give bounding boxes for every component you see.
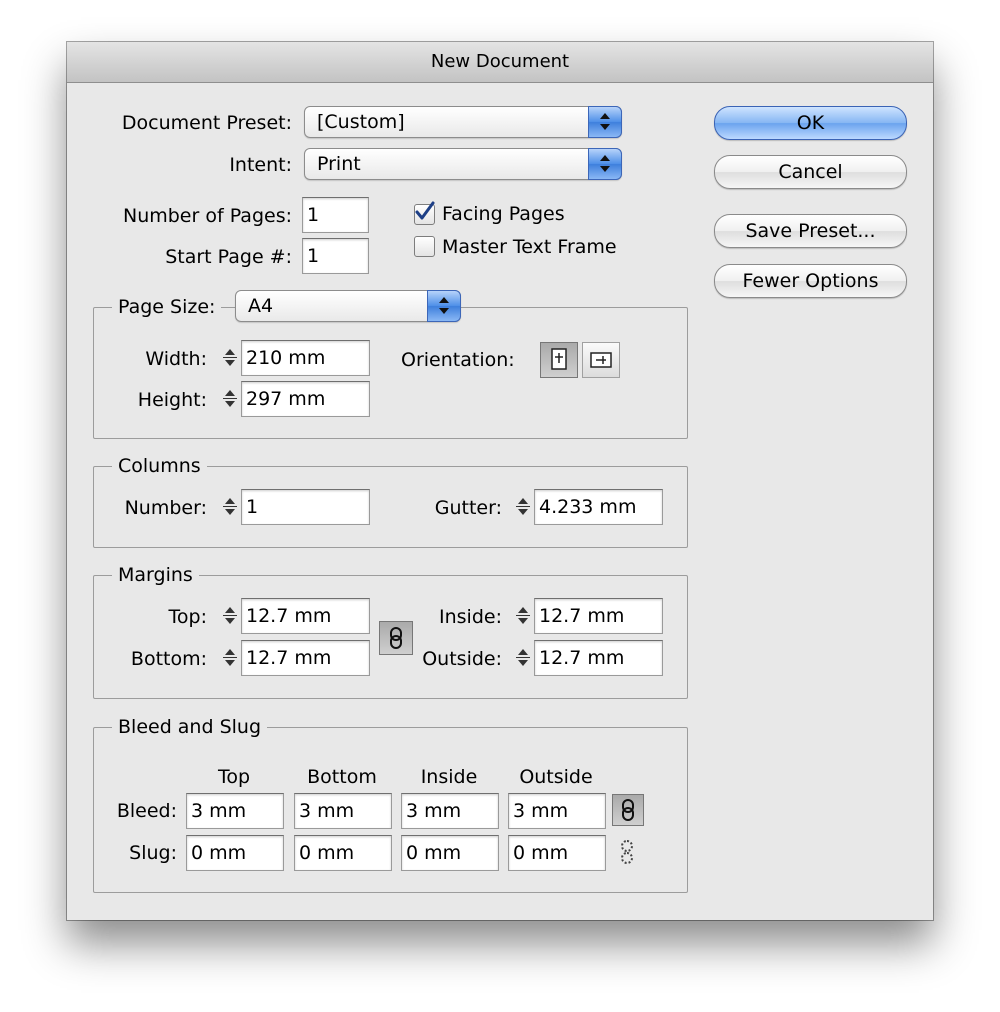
slug-top-field[interactable]: 0 mm xyxy=(186,835,284,871)
fewer-options-button[interactable]: Fewer Options xyxy=(714,264,907,298)
gutter-stepper-icon[interactable] xyxy=(513,490,535,524)
gutter-field[interactable]: 4.233 mm xyxy=(534,489,663,525)
margin-outside-field[interactable]: 12.7 mm xyxy=(534,640,663,676)
bleed-outside-value: 3 mm xyxy=(513,800,569,822)
slug-bottom-field[interactable]: 0 mm xyxy=(294,835,392,871)
margin-outside-stepper-icon[interactable] xyxy=(513,641,535,675)
bleed-inside-value: 3 mm xyxy=(406,800,462,822)
slug-outside-field[interactable]: 0 mm xyxy=(508,835,606,871)
page-size-value: A4 xyxy=(248,295,274,317)
slug-unlink-icon[interactable] xyxy=(612,837,642,867)
page-size-popup[interactable]: A4 xyxy=(235,290,461,322)
slug-outside-value: 0 mm xyxy=(513,842,569,864)
bleed-link-icon[interactable] xyxy=(612,794,644,826)
slug-top-value: 0 mm xyxy=(191,842,247,864)
margin-outside-value: 12.7 mm xyxy=(539,647,625,669)
dialog-title: New Document xyxy=(67,42,933,83)
start-page-value: 1 xyxy=(307,245,320,267)
intent-popup[interactable]: Print xyxy=(304,148,622,180)
intent-value: Print xyxy=(317,153,361,175)
width-label: Width: xyxy=(145,348,207,370)
number-of-pages-label: Number of Pages: xyxy=(122,205,292,227)
gutter-value: 4.233 mm xyxy=(539,496,637,518)
bleed-col-inside-header: Inside xyxy=(420,766,478,788)
document-preset-label: Document Preset: xyxy=(121,112,292,134)
margin-top-field[interactable]: 12.7 mm xyxy=(241,598,370,634)
columns-number-value: 1 xyxy=(246,496,259,518)
bleed-col-bottom-header: Bottom xyxy=(307,766,377,788)
columns-number-field[interactable]: 1 xyxy=(241,489,370,525)
new-document-dialog: New Document Document Preset: [Custom] I… xyxy=(67,42,933,920)
master-text-frame-label: Master Text Frame xyxy=(442,236,617,258)
height-stepper-icon[interactable] xyxy=(220,382,242,416)
width-stepper-icon[interactable] xyxy=(220,341,242,375)
columns-number-stepper-icon[interactable] xyxy=(220,490,242,524)
popup-arrows-icon xyxy=(427,290,461,322)
slug-inside-field[interactable]: 0 mm xyxy=(401,835,499,871)
bleed-outside-field[interactable]: 3 mm xyxy=(508,793,606,829)
bleed-col-outside-header: Outside xyxy=(519,766,593,788)
facing-pages-checkbox[interactable] xyxy=(414,201,435,225)
page-size-label: Page Size: xyxy=(112,295,222,319)
margin-inside-value: 12.7 mm xyxy=(539,605,625,627)
checkmark-icon xyxy=(415,201,435,220)
slug-bottom-value: 0 mm xyxy=(299,842,355,864)
margin-inside-label: Inside: xyxy=(439,606,502,628)
bleed-col-top-header: Top xyxy=(217,766,251,788)
bleed-slug-title: Bleed and Slug xyxy=(112,715,268,739)
bleed-top-field[interactable]: 3 mm xyxy=(186,793,284,829)
save-preset-button[interactable]: Save Preset... xyxy=(714,214,907,248)
start-page-label: Start Page #: xyxy=(165,246,292,268)
bleed-label: Bleed: xyxy=(116,800,177,822)
cancel-button[interactable]: Cancel xyxy=(714,155,907,189)
gutter-label: Gutter: xyxy=(434,497,502,519)
ok-button[interactable]: OK xyxy=(714,106,907,140)
margin-bottom-field[interactable]: 12.7 mm xyxy=(241,640,370,676)
portrait-orientation-icon[interactable] xyxy=(540,342,578,378)
bleed-inside-field[interactable]: 3 mm xyxy=(401,793,499,829)
margin-top-value: 12.7 mm xyxy=(246,605,332,627)
width-field[interactable]: 210 mm xyxy=(241,340,370,376)
columns-number-label: Number: xyxy=(124,497,207,519)
height-field[interactable]: 297 mm xyxy=(241,381,370,417)
popup-arrows-icon xyxy=(588,148,622,180)
columns-title: Columns xyxy=(112,454,207,478)
margin-outside-label: Outside: xyxy=(422,648,502,670)
margin-inside-stepper-icon[interactable] xyxy=(513,599,535,633)
width-value: 210 mm xyxy=(246,347,326,369)
margin-top-label: Top: xyxy=(168,606,207,628)
landscape-orientation-icon[interactable] xyxy=(582,342,620,378)
orientation-label: Orientation: xyxy=(401,349,515,371)
height-label: Height: xyxy=(137,389,207,411)
bleed-bottom-value: 3 mm xyxy=(299,800,355,822)
margin-bottom-label: Bottom: xyxy=(130,648,207,670)
margin-bottom-value: 12.7 mm xyxy=(246,647,332,669)
document-preset-popup[interactable]: [Custom] xyxy=(304,106,622,138)
margins-title: Margins xyxy=(112,563,199,587)
facing-pages-label: Facing Pages xyxy=(442,203,565,225)
margin-bottom-stepper-icon[interactable] xyxy=(220,641,242,675)
master-text-frame-checkbox[interactable] xyxy=(414,236,435,257)
document-preset-value: [Custom] xyxy=(317,111,405,133)
intent-label: Intent: xyxy=(229,154,292,176)
height-value: 297 mm xyxy=(246,388,326,410)
start-page-field[interactable]: 1 xyxy=(302,238,369,274)
bleed-bottom-field[interactable]: 3 mm xyxy=(294,793,392,829)
margin-top-stepper-icon[interactable] xyxy=(220,599,242,633)
slug-inside-value: 0 mm xyxy=(406,842,462,864)
number-of-pages-value: 1 xyxy=(307,204,320,226)
number-of-pages-field[interactable]: 1 xyxy=(302,197,369,233)
bleed-top-value: 3 mm xyxy=(191,800,247,822)
popup-arrows-icon xyxy=(588,106,622,138)
slug-label: Slug: xyxy=(129,842,177,864)
margin-inside-field[interactable]: 12.7 mm xyxy=(534,598,663,634)
